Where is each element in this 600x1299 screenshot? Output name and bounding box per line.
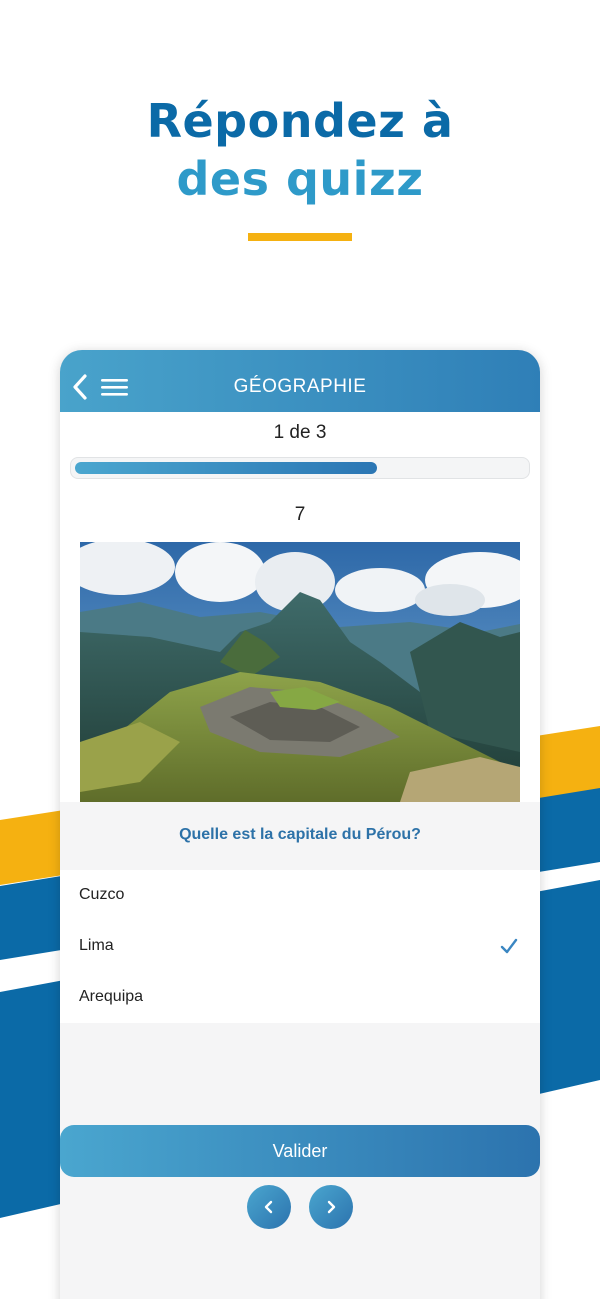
chevron-right-icon: [327, 1200, 336, 1214]
previous-question-button[interactable]: [247, 1185, 291, 1229]
question-counter: 1 de 3: [273, 422, 327, 443]
answer-label: Lima: [79, 937, 114, 954]
hamburger-menu-icon[interactable]: [100, 376, 130, 398]
answer-list: Cuzco Lima Arequipa: [60, 870, 540, 1023]
app-title: GÉOGRAPHIE: [233, 376, 367, 397]
machu-picchu-photo: [80, 542, 520, 802]
headline: Répondez à des quizz: [0, 92, 600, 208]
answer-label: Arequipa: [79, 988, 144, 1005]
answer-option-cuzco[interactable]: Cuzco: [60, 870, 540, 921]
answer-option-arequipa[interactable]: Arequipa: [60, 972, 540, 1023]
progress-fill: [75, 462, 377, 474]
score-value: 7: [294, 504, 306, 525]
answer-label: Cuzco: [79, 886, 125, 903]
chevron-left-icon: [264, 1200, 273, 1214]
headline-underline: [248, 233, 352, 241]
quiz-content: 1 de 3 7: [60, 412, 540, 802]
phone-screen: GÉOGRAPHIE 1 de 3 7 Quelle est la capita…: [60, 350, 540, 1299]
app-header: GÉOGRAPHIE: [60, 350, 540, 412]
next-question-button[interactable]: [309, 1185, 353, 1229]
question-bar: Quelle est la capitale du Pérou?: [60, 802, 540, 870]
answer-option-lima[interactable]: Lima: [60, 921, 540, 972]
headline-line-2: des quizz: [176, 152, 424, 206]
headline-line-1: Répondez à: [146, 94, 454, 148]
validate-button[interactable]: Valider: [60, 1125, 540, 1177]
chevron-left-icon[interactable]: [70, 372, 90, 402]
checkmark-icon: [500, 938, 518, 954]
validate-label: Valider: [272, 1141, 328, 1161]
question-text: Quelle est la capitale du Pérou?: [179, 826, 421, 843]
progress-bar: [70, 457, 530, 479]
